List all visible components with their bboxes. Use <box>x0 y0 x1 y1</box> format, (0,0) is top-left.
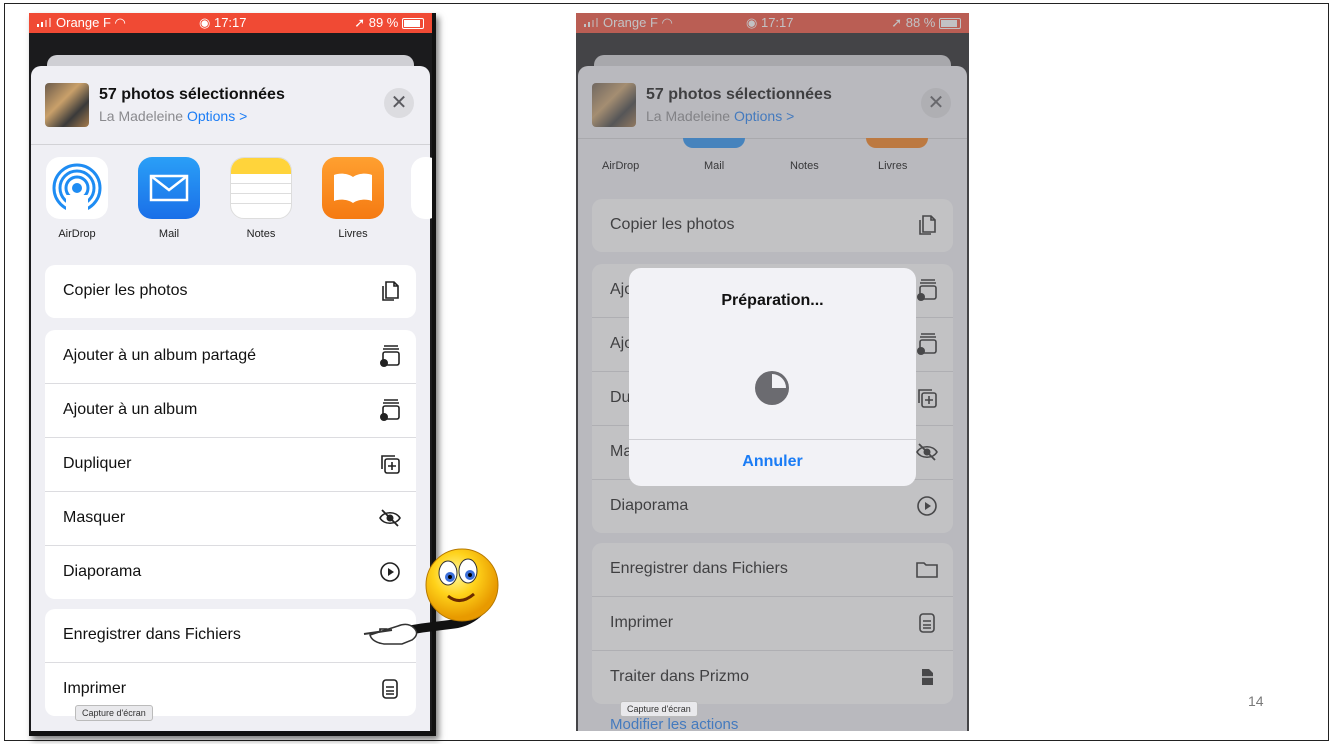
signal-icon <box>37 18 53 27</box>
action-row[interactable]: Ajouter à un album partagé <box>45 330 416 384</box>
status-bar: Orange F ◠ ◉ 17:17 ➚ 89 % <box>29 13 432 33</box>
action-row[interactable]: Dupliquer <box>45 438 416 492</box>
app-label: Notes <box>246 228 276 240</box>
books-icon <box>322 157 384 219</box>
carrier-label: Orange F ◠ <box>37 13 126 33</box>
duplicate-icon <box>381 455 400 474</box>
add-album-icon <box>380 399 400 421</box>
app-label: Livres <box>338 228 368 240</box>
shared-album-icon <box>380 345 400 367</box>
alert-divider <box>629 439 916 440</box>
screenshot-tooltip: Capture d'écran <box>620 701 698 717</box>
actions-group: Ajouter à un album partagé Ajouter à un … <box>45 330 416 599</box>
copy-group: Copier les photos <box>45 265 416 318</box>
copy-photos-row[interactable]: Copier les photos <box>45 265 416 318</box>
copy-icon <box>382 281 399 301</box>
wifi-icon: ◠ <box>114 15 126 30</box>
location-icon: ➚ <box>354 15 366 30</box>
app-airdrop[interactable]: AirDrop <box>45 157 109 240</box>
row-label: Ajouter à un album <box>63 401 198 418</box>
battery-icon <box>402 18 424 30</box>
action-row[interactable]: Masquer <box>45 492 416 546</box>
screenshot-tooltip: Capture d'écran <box>75 705 153 721</box>
row-label: Dupliquer <box>63 455 132 472</box>
alarm-icon: ◉ <box>199 15 211 30</box>
app-mail[interactable]: Mail <box>137 157 201 240</box>
row-label: Diaporama <box>63 563 142 580</box>
app-more-partial[interactable] <box>411 157 432 219</box>
pointing-smiley-icon <box>363 548 499 645</box>
right-phone-screenshot: Orange F ◠ ◉ 17:17 ➚ 88 % 57 photos séle… <box>576 13 969 731</box>
photo-thumbnail <box>45 83 89 127</box>
mail-icon <box>138 157 200 219</box>
options-link[interactable]: Options > <box>187 108 247 124</box>
action-row[interactable]: Diaporama <box>45 546 416 599</box>
file-actions-group: Enregistrer dans Fichiers Imprimer <box>45 609 416 716</box>
alert-title: Préparation... <box>721 292 824 309</box>
progress-pie-icon <box>755 371 789 405</box>
preparing-alert: Préparation... Annuler <box>629 268 916 486</box>
battery-indicator: ➚ 89 % <box>354 13 424 33</box>
row-label: Copier les photos <box>63 282 188 299</box>
page-number: 14 <box>1248 693 1264 709</box>
share-subtitle: La Madeleine Options > <box>99 108 247 124</box>
close-button[interactable]: ✕ <box>384 88 414 118</box>
partial-app-icon <box>411 157 432 219</box>
app-books[interactable]: Livres <box>321 157 385 240</box>
notes-icon <box>230 157 292 219</box>
app-share-row: AirDrop Mail Notes Livres <box>31 145 432 249</box>
row-label: Masquer <box>63 509 126 526</box>
printer-icon <box>382 679 398 699</box>
share-header: 57 photos sélectionnées La Madeleine Opt… <box>31 66 430 145</box>
cancel-button[interactable]: Annuler <box>629 453 916 471</box>
app-label: AirDrop <box>58 228 96 240</box>
app-label: Mail <box>158 228 180 240</box>
save-to-files-row[interactable]: Enregistrer dans Fichiers <box>45 609 416 663</box>
hide-eye-icon <box>379 509 401 527</box>
row-label: Enregistrer dans Fichiers <box>63 626 241 643</box>
airdrop-icon <box>46 157 108 219</box>
row-label: Imprimer <box>63 680 127 697</box>
status-time: ◉ 17:17 <box>199 15 247 30</box>
action-row[interactable]: Ajouter à un album <box>45 384 416 438</box>
share-title: 57 photos sélectionnées <box>99 86 285 103</box>
location-label: La Madeleine <box>99 108 184 124</box>
app-notes[interactable]: Notes <box>229 157 293 240</box>
row-label: Ajouter à un album partagé <box>63 347 257 364</box>
